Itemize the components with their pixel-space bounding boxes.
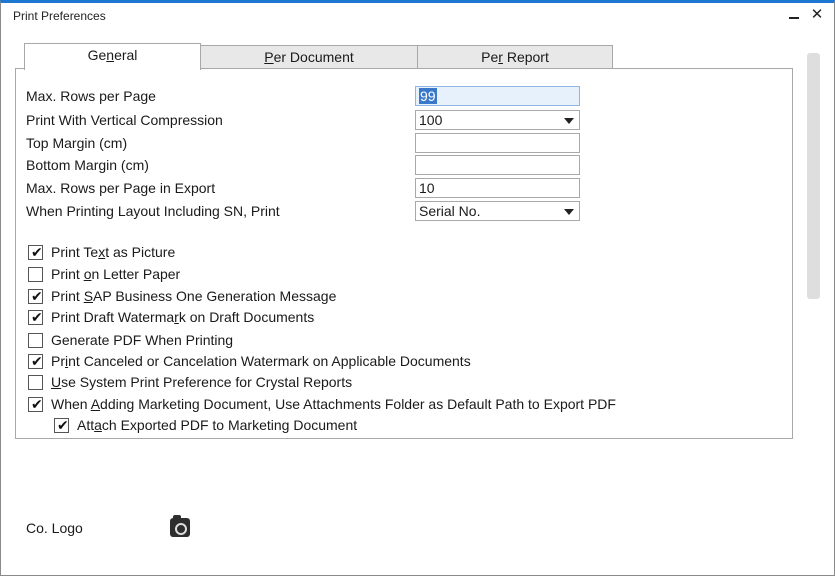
close-button[interactable]: ✕ — [808, 6, 826, 24]
checkmark-icon: ✔ — [57, 417, 69, 433]
bottom-margin-input[interactable] — [415, 155, 580, 175]
max-rows-export-input[interactable]: 10 — [415, 178, 580, 198]
tab-general[interactable]: General — [24, 43, 201, 70]
camera-icon[interactable] — [170, 515, 190, 537]
bottom-margin-label: Bottom Margin (cm) — [26, 157, 149, 173]
minimize-icon — [789, 17, 799, 19]
max-rows-export-label: Max. Rows per Page in Export — [26, 180, 216, 196]
checkbox-box[interactable] — [28, 333, 43, 348]
co-logo-label: Co. Logo — [26, 520, 83, 536]
tab-per-report[interactable]: Per Report — [417, 45, 613, 69]
checkbox-box[interactable]: ✔ — [54, 417, 69, 433]
checkbox-box[interactable] — [28, 375, 43, 390]
checkbox-box[interactable]: ✔ — [28, 309, 43, 325]
checkbox-box[interactable]: ✔ — [28, 244, 43, 260]
minimize-button[interactable] — [785, 6, 803, 24]
top-margin-input[interactable] — [415, 133, 580, 153]
checkbox-box[interactable] — [28, 267, 43, 282]
checkbox-box[interactable]: ✔ — [28, 353, 43, 369]
checkbox-box[interactable]: ✔ — [28, 396, 43, 412]
max-rows-input[interactable]: 99 — [415, 86, 580, 106]
sn-print-label: When Printing Layout Including SN, Print — [26, 203, 280, 219]
max-rows-label: Max. Rows per Page — [26, 88, 156, 104]
checkbox-box[interactable]: ✔ — [28, 288, 43, 304]
checkmark-icon: ✔ — [31, 309, 43, 325]
checkmark-icon: ✔ — [31, 396, 43, 412]
top-margin-label: Top Margin (cm) — [26, 135, 128, 151]
vertical-scrollbar[interactable] — [807, 53, 820, 299]
tab-per-document[interactable]: Per Document — [200, 45, 418, 69]
print-preferences-window: Print Preferences ✕ General Per Document… — [0, 0, 835, 576]
vertical-compression-select[interactable]: 100 — [415, 110, 580, 130]
chevron-down-icon — [564, 118, 574, 124]
checkmark-icon: ✔ — [31, 244, 43, 260]
vertical-compression-label: Print With Vertical Compression — [26, 112, 223, 128]
checkmark-icon: ✔ — [31, 353, 43, 369]
chevron-down-icon — [564, 209, 574, 215]
title-bar: Print Preferences ✕ — [1, 3, 834, 29]
sn-print-select[interactable]: Serial No. — [415, 201, 580, 221]
checkmark-icon: ✔ — [31, 288, 43, 304]
window-title: Print Preferences — [13, 9, 106, 23]
